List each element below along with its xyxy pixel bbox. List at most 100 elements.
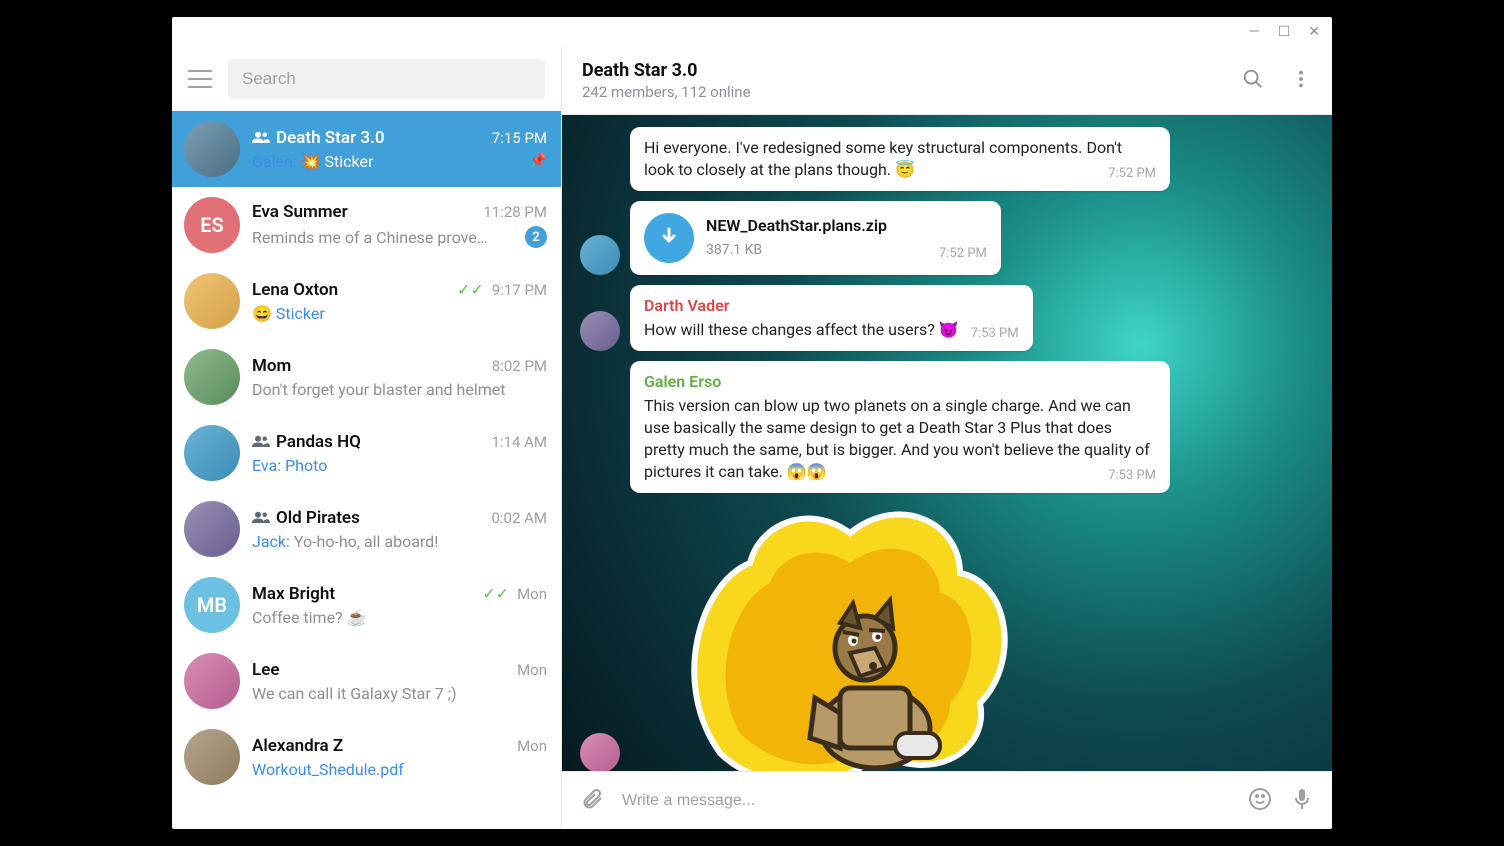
chat-avatar: [184, 501, 240, 557]
search-icon[interactable]: [1242, 68, 1264, 94]
group-icon: [252, 128, 270, 147]
message-composer: [562, 771, 1332, 829]
chat-name: Lee: [252, 660, 279, 680]
chat-list-item[interactable]: Pandas HQ 1:14 AM Eva: Photo: [172, 415, 561, 491]
chat-time: 8:02 PM: [492, 357, 547, 375]
file-message[interactable]: NEW_DeathStar.plans.zip 387.1 KB 7:52 PM: [630, 201, 1001, 275]
message-row: NEW_DeathStar.plans.zip 387.1 KB 7:52 PM: [580, 201, 1314, 275]
chat-list-item[interactable]: Lee Mon We can call it Galaxy Star 7 ;): [172, 643, 561, 719]
message-time: 7:53 PM: [971, 325, 1019, 343]
chat-snippet: We can call it Galaxy Star 7 ;): [252, 684, 547, 703]
emoji-icon[interactable]: [1248, 787, 1272, 815]
chat-snippet: Reminds me of a Chinese prove…: [252, 228, 519, 247]
sticker-message[interactable]: [680, 503, 1020, 771]
group-icon: [252, 508, 270, 527]
chat-header-actions: [1242, 68, 1312, 94]
chat-avatar: ES: [184, 197, 240, 253]
unread-badge: 2: [525, 226, 547, 248]
chat-time: Mon: [517, 737, 547, 755]
chat-subtitle: 242 members, 112 online: [582, 83, 751, 101]
text-message[interactable]: Galen Erso This version can blow up two …: [630, 361, 1170, 493]
message-sender: Darth Vader: [644, 295, 1019, 317]
chat-pane: Death Star 3.0 242 members, 112 online H…: [562, 47, 1332, 829]
menu-button[interactable]: [188, 70, 212, 88]
chat-list-item[interactable]: Alexandra Z Mon Workout_Shedule.pdf: [172, 719, 561, 795]
chat-time: 11:28 PM: [483, 203, 547, 221]
search-box[interactable]: [228, 59, 545, 99]
message-row: [580, 503, 1314, 771]
chat-list-item[interactable]: Old Pirates 0:02 AM Jack: Yo-ho-ho, all …: [172, 491, 561, 567]
file-name: NEW_DeathStar.plans.zip: [706, 215, 887, 237]
chat-title: Death Star 3.0: [582, 60, 751, 81]
message-text: Hi everyone. I've redesigned some key st…: [644, 138, 1122, 179]
chat-name: Death Star 3.0: [276, 128, 385, 148]
chat-list-item[interactable]: Death Star 3.0 7:15 PM Galen: 💥 Sticker …: [172, 111, 561, 187]
message-text: How will these changes affect the users?…: [644, 320, 959, 339]
chat-snippet: Eva: Photo: [252, 456, 547, 475]
microphone-icon[interactable]: [1290, 787, 1314, 815]
text-message[interactable]: Hi everyone. I've redesigned some key st…: [630, 127, 1170, 191]
sidebar: Death Star 3.0 7:15 PM Galen: 💥 Sticker …: [172, 47, 562, 829]
chat-avatar: [184, 425, 240, 481]
chat-name: Lena Oxton: [252, 280, 338, 300]
chat-avatar: [184, 121, 240, 177]
app-content: Death Star 3.0 7:15 PM Galen: 💥 Sticker …: [172, 47, 1332, 829]
chat-avatar: [184, 349, 240, 405]
message-row: Darth Vader How will these changes affec…: [580, 285, 1314, 351]
chat-name: Alexandra Z: [252, 736, 343, 756]
message-row: Galen Erso This version can blow up two …: [580, 361, 1314, 493]
window-close-button[interactable]: ✕: [1308, 24, 1320, 40]
chat-name: Eva Summer: [252, 202, 348, 222]
chat-list-item[interactable]: Mom 8:02 PM Don't forget your blaster an…: [172, 339, 561, 415]
pin-icon: 📌: [530, 153, 547, 169]
chat-list[interactable]: Death Star 3.0 7:15 PM Galen: 💥 Sticker …: [172, 111, 561, 829]
chat-avatar: [184, 273, 240, 329]
chat-time: 7:15 PM: [492, 129, 547, 147]
message-avatar[interactable]: [580, 733, 620, 771]
attach-icon[interactable]: [580, 787, 604, 815]
chat-list-item[interactable]: MB Max Bright ✓✓ Mon Coffee time? ☕: [172, 567, 561, 643]
text-message[interactable]: Darth Vader How will these changes affec…: [630, 285, 1033, 351]
read-checks-icon: ✓✓ 9:17 PM: [457, 280, 547, 299]
message-row: Hi everyone. I've redesigned some key st…: [580, 127, 1314, 191]
window-titlebar: — ☐ ✕: [172, 17, 1332, 47]
message-time: 7:52 PM: [1108, 165, 1156, 183]
chat-snippet: Don't forget your blaster and helmet: [252, 380, 547, 399]
message-sender: Galen Erso: [644, 371, 1156, 393]
chat-header-info[interactable]: Death Star 3.0 242 members, 112 online: [582, 60, 751, 101]
chat-avatar: [184, 729, 240, 785]
search-input[interactable]: [242, 69, 531, 89]
chat-avatar: [184, 653, 240, 709]
window-minimize-button[interactable]: —: [1249, 24, 1260, 40]
chat-list-item[interactable]: ES Eva Summer 11:28 PM Reminds me of a C…: [172, 187, 561, 263]
app-window: — ☐ ✕ Death Star 3.0 7:15 PM Galen: 💥 St…: [172, 17, 1332, 829]
message-text: This version can blow up two planets on …: [644, 396, 1150, 481]
chat-time: 1:14 AM: [491, 433, 547, 451]
chat-snippet: Coffee time? ☕: [252, 608, 547, 627]
chat-header: Death Star 3.0 242 members, 112 online: [562, 47, 1332, 115]
chat-name: Old Pirates: [276, 508, 360, 528]
message-time: 7:53 PM: [1108, 467, 1156, 485]
file-size: 387.1 KB: [706, 241, 887, 260]
messages-area[interactable]: Hi everyone. I've redesigned some key st…: [562, 115, 1332, 771]
message-avatar[interactable]: [580, 311, 620, 351]
group-icon: [252, 432, 270, 451]
chat-name: Max Bright: [252, 584, 335, 604]
window-maximize-button[interactable]: ☐: [1278, 24, 1291, 40]
read-checks-icon: ✓✓ Mon: [482, 584, 547, 603]
chat-time: 0:02 AM: [491, 509, 547, 527]
chat-snippet: Galen: 💥 Sticker: [252, 152, 524, 171]
download-icon[interactable]: [644, 213, 694, 263]
chat-name: Pandas HQ: [276, 432, 361, 452]
message-avatar[interactable]: [580, 235, 620, 275]
chat-snippet: Workout_Shedule.pdf: [252, 760, 547, 779]
sidebar-header: [172, 47, 561, 111]
more-menu-icon[interactable]: [1290, 68, 1312, 94]
message-input[interactable]: [622, 792, 1230, 810]
chat-snippet: Jack: Yo-ho-ho, all aboard!: [252, 532, 547, 551]
message-time: 7:52 PM: [939, 245, 987, 263]
chat-avatar: MB: [184, 577, 240, 633]
chat-list-item[interactable]: Lena Oxton ✓✓ 9:17 PM 😄 Sticker: [172, 263, 561, 339]
chat-time: Mon: [517, 661, 547, 679]
chat-name: Mom: [252, 356, 291, 376]
